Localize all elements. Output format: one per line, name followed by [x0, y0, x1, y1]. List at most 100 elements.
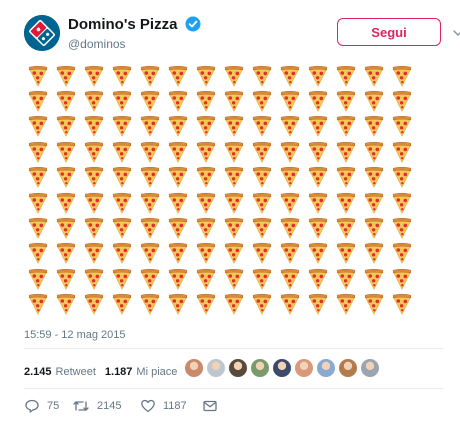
- account-name-block[interactable]: Domino's Pizza @dominos: [68, 16, 201, 51]
- pizza-slice-icon: [164, 190, 192, 215]
- pizza-slice-icon: [248, 165, 276, 190]
- pizza-slice-icon: [192, 241, 220, 266]
- pizza-slice-icon: [304, 139, 332, 164]
- divider-top: [24, 348, 444, 349]
- liker-avatar[interactable]: [206, 358, 226, 378]
- reply-action[interactable]: 75: [24, 398, 72, 414]
- tweet-timestamp[interactable]: 15:59 - 12 mag 2015: [24, 329, 126, 341]
- pizza-slice-icon: [276, 63, 304, 88]
- chevron-down-icon[interactable]: [452, 27, 460, 39]
- pizza-slice-icon: [164, 114, 192, 139]
- pizza-slice-icon: [164, 241, 192, 266]
- pizza-slice-icon: [276, 165, 304, 190]
- display-name[interactable]: Domino's Pizza: [68, 16, 177, 33]
- pizza-slice-icon: [80, 241, 108, 266]
- pizza-slice-icon: [80, 88, 108, 113]
- pizza-slice-icon: [360, 63, 388, 88]
- tweet-emoji-grid: [24, 63, 416, 317]
- pizza-slice-icon: [248, 266, 276, 291]
- pizza-slice-icon: [136, 241, 164, 266]
- retweet-action[interactable]: 2145: [72, 398, 140, 414]
- liker-avatar[interactable]: [316, 358, 336, 378]
- pizza-slice-icon: [360, 165, 388, 190]
- pizza-slice-icon: [360, 114, 388, 139]
- pizza-slice-icon: [332, 165, 360, 190]
- pizza-slice-icon: [52, 63, 80, 88]
- pizza-slice-icon: [24, 88, 52, 113]
- like-count: 1187: [163, 400, 187, 412]
- pizza-slice-icon: [276, 241, 304, 266]
- pizza-slice-icon: [80, 165, 108, 190]
- liker-avatar[interactable]: [250, 358, 270, 378]
- dominos-avatar[interactable]: [24, 15, 60, 51]
- pizza-slice-icon: [80, 139, 108, 164]
- pizza-slice-icon: [276, 88, 304, 113]
- pizza-slice-icon: [248, 215, 276, 240]
- pizza-slice-icon: [304, 190, 332, 215]
- pizza-slice-icon: [164, 215, 192, 240]
- pizza-slice-icon: [220, 266, 248, 291]
- likes-count: 1.187: [104, 366, 133, 378]
- pizza-slice-icon: [80, 292, 108, 317]
- pizza-slice-icon: [164, 63, 192, 88]
- pizza-slice-icon: [108, 63, 136, 88]
- pizza-slice-icon: [276, 266, 304, 291]
- pizza-slice-icon: [304, 241, 332, 266]
- pizza-slice-icon: [332, 241, 360, 266]
- likes-label: Mi piace: [136, 366, 178, 378]
- liker-avatar[interactable]: [338, 358, 358, 378]
- likes-stat[interactable]: 1.187 Mi piace: [105, 366, 178, 378]
- pizza-slice-icon: [24, 215, 52, 240]
- pizza-slice-icon: [136, 63, 164, 88]
- pizza-slice-icon: [332, 215, 360, 240]
- pizza-slice-icon: [304, 114, 332, 139]
- pizza-slice-icon: [388, 114, 416, 139]
- dominos-logo-icon: [24, 15, 60, 51]
- pizza-slice-icon: [332, 63, 360, 88]
- pizza-slice-icon: [304, 266, 332, 291]
- pizza-slice-icon: [304, 292, 332, 317]
- retweets-label: Retweet: [55, 366, 96, 378]
- pizza-slice-icon: [192, 266, 220, 291]
- pizza-slice-icon: [164, 292, 192, 317]
- pizza-slice-icon: [360, 88, 388, 113]
- liker-avatar[interactable]: [184, 358, 204, 378]
- pizza-slice-icon: [136, 88, 164, 113]
- pizza-slice-icon: [52, 215, 80, 240]
- liker-avatars: [184, 358, 382, 378]
- pizza-slice-icon: [276, 190, 304, 215]
- pizza-slice-icon: [136, 114, 164, 139]
- pizza-slice-icon: [136, 190, 164, 215]
- pizza-slice-icon: [24, 139, 52, 164]
- liker-avatar[interactable]: [228, 358, 248, 378]
- pizza-slice-icon: [360, 215, 388, 240]
- pizza-slice-icon: [360, 292, 388, 317]
- pizza-slice-icon: [276, 139, 304, 164]
- pizza-slice-icon: [108, 165, 136, 190]
- liker-avatar[interactable]: [272, 358, 292, 378]
- pizza-slice-icon: [108, 190, 136, 215]
- account-handle[interactable]: @dominos: [68, 37, 201, 51]
- pizza-slice-icon: [80, 215, 108, 240]
- liker-avatar[interactable]: [360, 358, 380, 378]
- pizza-slice-icon: [136, 139, 164, 164]
- liker-avatar[interactable]: [294, 358, 314, 378]
- pizza-slice-icon: [248, 114, 276, 139]
- divider-bottom: [24, 388, 444, 389]
- direct-message-action[interactable]: [202, 398, 218, 414]
- like-action[interactable]: 1187: [140, 398, 202, 414]
- pizza-slice-icon: [248, 88, 276, 113]
- pizza-slice-icon: [24, 241, 52, 266]
- follow-button[interactable]: Segui: [337, 18, 441, 46]
- pizza-slice-icon: [108, 241, 136, 266]
- pizza-slice-icon: [220, 139, 248, 164]
- retweet-icon: [73, 401, 89, 411]
- envelope-icon: [203, 400, 217, 412]
- pizza-slice-icon: [192, 88, 220, 113]
- pizza-slice-icon: [136, 215, 164, 240]
- pizza-slice-icon: [360, 139, 388, 164]
- pizza-slice-icon: [360, 190, 388, 215]
- retweets-stat[interactable]: 2.145 Retweet: [24, 366, 96, 378]
- pizza-slice-icon: [192, 139, 220, 164]
- pizza-slice-icon: [164, 266, 192, 291]
